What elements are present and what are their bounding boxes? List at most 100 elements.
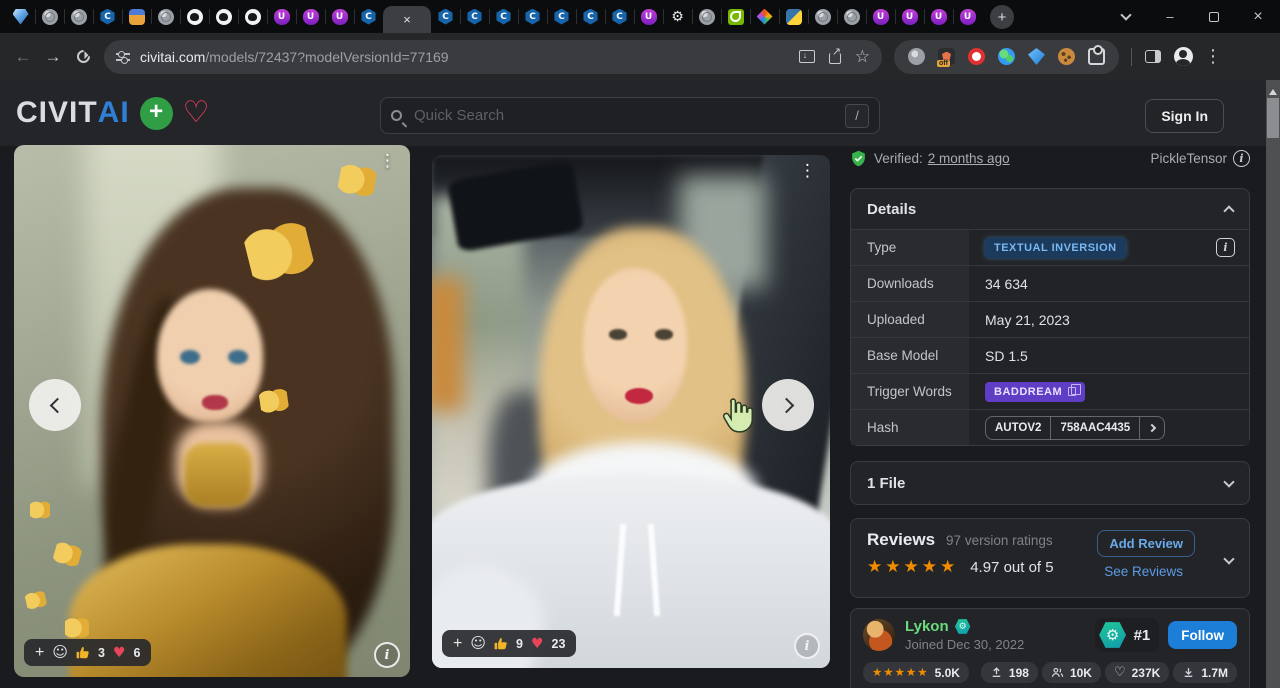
browser-tab[interactable] xyxy=(866,0,895,33)
extension-gem-icon[interactable] xyxy=(1028,48,1045,65)
reviews-collapse[interactable] xyxy=(1225,553,1233,571)
browser-tab[interactable] xyxy=(64,0,93,33)
browser-tab[interactable] xyxy=(151,0,180,33)
browser-tab[interactable] xyxy=(518,0,547,33)
browser-tab[interactable] xyxy=(6,0,35,33)
thumbs-up-icon[interactable] xyxy=(76,646,90,660)
browser-tab[interactable] xyxy=(35,0,64,33)
extension-adblock-off-icon[interactable] xyxy=(938,48,955,65)
creator-avatar[interactable] xyxy=(863,619,895,651)
forward-button[interactable]: → xyxy=(38,42,68,72)
trigger-word-badge[interactable]: BADDREAM xyxy=(985,382,1085,402)
browser-tab[interactable] xyxy=(267,0,296,33)
carousel-next-button[interactable] xyxy=(762,379,814,431)
back-button[interactable]: ← xyxy=(8,42,38,72)
tab-search-button[interactable] xyxy=(1104,0,1148,33)
profile-button[interactable] xyxy=(1168,42,1198,72)
share-icon[interactable] xyxy=(829,53,841,64)
extensions-puzzle-icon[interactable] xyxy=(1088,48,1105,65)
minimize-button[interactable]: – xyxy=(1148,0,1192,33)
page-scrollbar[interactable] xyxy=(1266,80,1280,688)
browser-tab[interactable] xyxy=(721,0,750,33)
add-reaction-icon[interactable]: + xyxy=(35,645,44,661)
add-review-button[interactable]: Add Review xyxy=(1097,530,1195,557)
type-badge[interactable]: TEXTUAL INVERSION xyxy=(985,238,1126,258)
browser-tab[interactable] xyxy=(895,0,924,33)
scrollbar-up-arrow[interactable] xyxy=(1269,85,1277,95)
plus-icon: + xyxy=(998,9,1007,26)
see-reviews-link[interactable]: See Reviews xyxy=(1104,564,1183,579)
verified-time-link[interactable]: 2 months ago xyxy=(928,151,1010,166)
thumbs-up-icon[interactable] xyxy=(494,637,508,651)
browser-tab[interactable] xyxy=(808,0,837,33)
search-input[interactable] xyxy=(414,107,845,124)
browser-tab[interactable] xyxy=(837,0,866,33)
browser-tab[interactable] xyxy=(634,0,663,33)
close-button[interactable]: × xyxy=(1236,0,1280,33)
add-reaction-icon[interactable]: + xyxy=(453,636,462,652)
image-info-icon[interactable]: i xyxy=(794,633,820,659)
browser-tab[interactable] xyxy=(924,0,953,33)
browser-tab[interactable] xyxy=(953,0,982,33)
browser-tab[interactable] xyxy=(460,0,489,33)
browser-tab[interactable] xyxy=(576,0,605,33)
creator-name[interactable]: Lykon xyxy=(905,618,949,635)
extension-red-o-icon[interactable] xyxy=(968,48,985,65)
heart-icon[interactable]: ♥ xyxy=(113,646,126,660)
type-info-icon[interactable]: i xyxy=(1216,238,1235,257)
hash-pill[interactable]: AUTOV2 758AAC4435 xyxy=(985,416,1165,440)
sign-in-button[interactable]: Sign In xyxy=(1145,99,1224,133)
image-menu-kebab-icon[interactable]: ⋮ xyxy=(799,163,816,180)
create-button[interactable]: + xyxy=(140,97,173,130)
tab-close-icon[interactable]: × xyxy=(403,13,411,26)
browser-tab[interactable] xyxy=(209,0,238,33)
browser-tab[interactable] xyxy=(750,0,779,33)
active-tab[interactable]: × xyxy=(383,6,431,33)
heart-icon[interactable]: ♥ xyxy=(531,637,544,651)
browser-menu-button[interactable]: ⋮ xyxy=(1198,42,1228,72)
browser-tab[interactable] xyxy=(180,0,209,33)
support-heart-icon[interactable]: ♡ xyxy=(183,98,210,128)
browser-tab[interactable] xyxy=(663,0,692,33)
smiley-icon[interactable]: ☺ xyxy=(52,645,68,660)
browser-tab[interactable] xyxy=(489,0,518,33)
scrollbar-thumb[interactable] xyxy=(1267,98,1279,138)
browser-tab[interactable] xyxy=(238,0,267,33)
details-header[interactable]: Details xyxy=(851,189,1249,229)
follow-button[interactable]: Follow xyxy=(1168,621,1237,649)
extension-earth-icon[interactable] xyxy=(998,48,1015,65)
browser-tab[interactable] xyxy=(431,0,460,33)
format-info-icon[interactable]: i xyxy=(1233,150,1250,167)
files-panel[interactable]: 1 File xyxy=(850,461,1250,505)
downloads-value: 34 634 xyxy=(969,266,1249,301)
hash-value[interactable]: 758AAC4435 xyxy=(1050,417,1139,439)
browser-tab[interactable] xyxy=(122,0,151,33)
browser-tab[interactable] xyxy=(93,0,122,33)
copy-icon[interactable] xyxy=(1068,387,1076,396)
browser-tab[interactable] xyxy=(605,0,634,33)
address-bar[interactable]: civitai.com/models/72437?modelVersionId=… xyxy=(104,40,882,74)
extension-cookie-icon[interactable] xyxy=(1058,48,1075,65)
restore-button[interactable] xyxy=(1192,0,1236,33)
image-info-icon[interactable]: i xyxy=(374,642,400,668)
new-tab-button[interactable]: + xyxy=(990,5,1014,29)
smiley-icon[interactable]: ☺ xyxy=(470,636,486,651)
browser-tab[interactable] xyxy=(779,0,808,33)
civitai-logo[interactable]: CIVITAI xyxy=(16,96,130,130)
image-menu-kebab-icon[interactable]: ⋮ xyxy=(379,153,396,170)
search-bar[interactable]: / xyxy=(380,97,880,134)
extension-globe-icon[interactable] xyxy=(908,48,925,65)
browser-tab[interactable] xyxy=(692,0,721,33)
bookmark-star-icon[interactable]: ☆ xyxy=(855,48,870,65)
hash-expand-button[interactable] xyxy=(1139,417,1164,439)
detail-row-hash: Hash AUTOV2 758AAC4435 xyxy=(851,409,1249,445)
browser-tab[interactable] xyxy=(354,0,383,33)
reload-button[interactable] xyxy=(68,42,98,72)
browser-tab[interactable] xyxy=(325,0,354,33)
browser-tab[interactable] xyxy=(296,0,325,33)
install-app-icon[interactable] xyxy=(799,50,815,63)
side-panel-button[interactable] xyxy=(1138,42,1168,72)
site-settings-icon[interactable] xyxy=(116,50,130,64)
carousel-prev-button[interactable] xyxy=(29,379,81,431)
browser-tab[interactable] xyxy=(547,0,576,33)
